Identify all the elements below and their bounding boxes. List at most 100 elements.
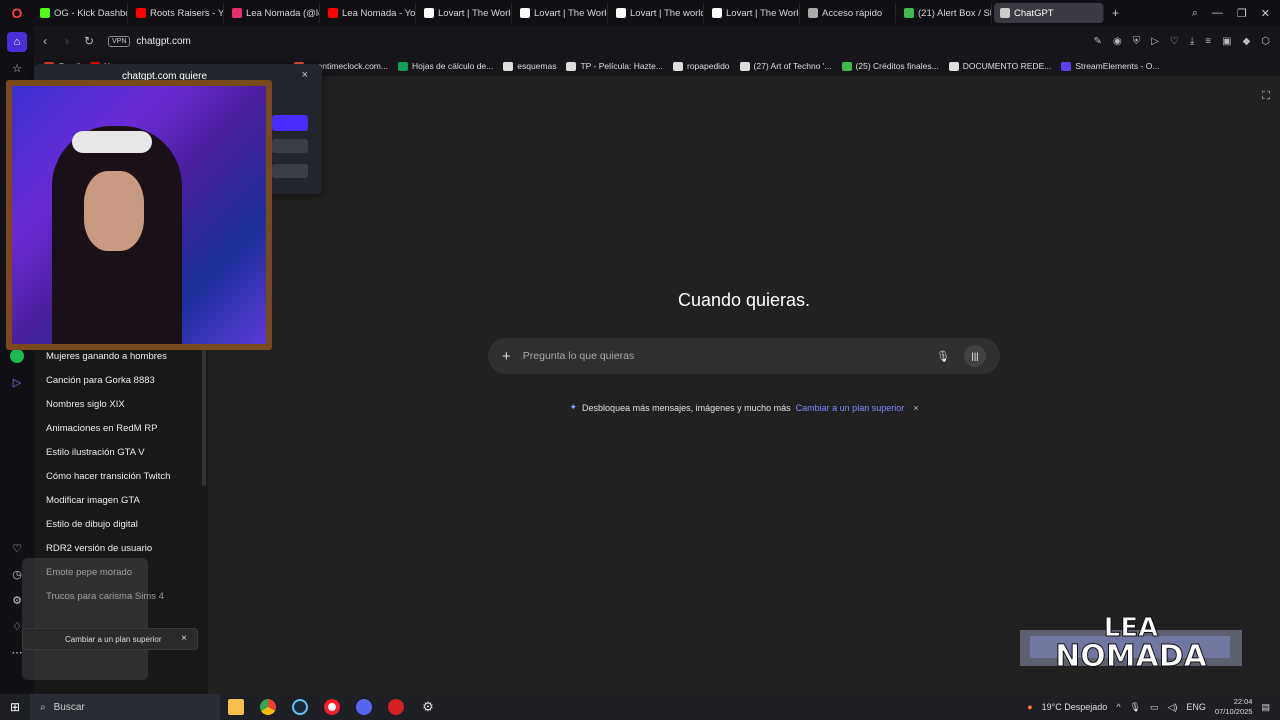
- mic-tray-icon[interactable]: 🎙: [1130, 702, 1141, 713]
- chat-history-item[interactable]: Nombres siglo XIX: [46, 399, 125, 410]
- search-tabs-icon[interactable]: ⌕: [1192, 7, 1198, 20]
- tab-favicon-icon: [712, 8, 722, 18]
- weather-icon: ●: [1027, 702, 1033, 712]
- bookmark-item[interactable]: Hojas de cálculo de...: [397, 61, 493, 71]
- sidebar-scrollbar[interactable]: [202, 346, 206, 486]
- address-bar-actions: ✎ ◉ ⛨ ▷ ♡ ⤓ ≡ ▣ ◆ ⬡: [1094, 36, 1280, 47]
- bookmark-item[interactable]: DOCUMENTO REDE...: [948, 61, 1051, 71]
- bookmark-item[interactable]: TP - Película: Hazte...: [566, 61, 663, 71]
- bookmark-item[interactable]: ropapedido: [672, 61, 730, 71]
- chat-history-item[interactable]: Estilo ilustración GTA V: [46, 447, 145, 458]
- opera-logo-icon[interactable]: O: [0, 0, 34, 26]
- minimize-button[interactable]: —: [1212, 7, 1223, 20]
- bookmark-item[interactable]: esquemas: [503, 61, 556, 71]
- file-explorer-icon[interactable]: [220, 694, 252, 720]
- tab-6[interactable]: Lovart | The world's fi: [610, 3, 704, 23]
- new-tab-button[interactable]: +: [1104, 6, 1127, 20]
- bookmark-item[interactable]: StreamElements - O...: [1061, 61, 1159, 71]
- bookmark-item[interactable]: (25) Créditos finales...: [841, 61, 939, 71]
- chrome-icon[interactable]: [252, 694, 284, 720]
- fullscreen-icon[interactable]: ⛶: [1262, 90, 1270, 103]
- tab-10[interactable]: ChatGPT: [994, 3, 1104, 23]
- vpn-badge[interactable]: VPN: [108, 35, 131, 47]
- tab-1[interactable]: Roots Raisers - YouTu: [130, 3, 224, 23]
- maximize-button[interactable]: ❐: [1237, 7, 1247, 20]
- tab-favicon-icon: [232, 8, 242, 18]
- settings-taskbar-icon[interactable]: ⚙: [412, 694, 444, 720]
- heart-icon[interactable]: ♡: [1170, 36, 1179, 47]
- popup-deny-button[interactable]: [272, 164, 308, 178]
- shield-icon[interactable]: ⛨: [1133, 36, 1141, 47]
- clock[interactable]: 22:04 07/10/2025: [1215, 697, 1253, 717]
- tab-label: Lovart | The world's fi: [630, 7, 703, 19]
- tab-8[interactable]: Acceso rápido: [802, 3, 896, 23]
- microphone-icon[interactable]: 🎙: [936, 350, 950, 363]
- extensions-icon[interactable]: ⬡: [1261, 36, 1270, 47]
- chat-history-item[interactable]: RDR2 versión de usuario: [46, 543, 152, 554]
- wallet-icon[interactable]: ▣: [1222, 36, 1231, 47]
- attach-plus-icon[interactable]: +: [502, 348, 511, 365]
- bookmark-favicon-icon: [841, 61, 852, 71]
- download-icon[interactable]: ⤓: [1190, 36, 1194, 47]
- taskbar-search-placeholder[interactable]: Buscar: [54, 702, 85, 713]
- chat-history-item[interactable]: Canción para Gorka 8883: [46, 375, 155, 386]
- popup-allow-button[interactable]: [272, 115, 308, 131]
- back-button[interactable]: ‹: [34, 34, 56, 48]
- bookmark-favicon-icon: [503, 61, 514, 71]
- heart-side-icon[interactable]: ♡: [7, 538, 27, 558]
- network-icon[interactable]: ▭: [1150, 702, 1159, 713]
- play-icon[interactable]: ▷: [1151, 36, 1159, 47]
- camera-icon[interactable]: ◉: [1113, 36, 1122, 47]
- tab-7[interactable]: Lovart | The World's F: [706, 3, 800, 23]
- url-field[interactable]: chatgpt.com: [136, 36, 190, 47]
- tab-4[interactable]: Lovart | The World's F: [418, 3, 512, 23]
- tab-9[interactable]: (21) Alert Box / Strea: [898, 3, 992, 23]
- tab-label: Acceso rápido: [822, 7, 883, 19]
- forward-button[interactable]: ›: [56, 34, 78, 48]
- tray-expand-icon[interactable]: ^: [1116, 702, 1120, 712]
- notifications-icon[interactable]: ▤: [1261, 702, 1270, 713]
- overlay-ghost: [22, 558, 148, 680]
- aria-icon[interactable]: ◆: [1243, 36, 1251, 47]
- popup-close-button[interactable]: ×: [302, 69, 308, 81]
- steam-icon[interactable]: [284, 694, 316, 720]
- tab-2[interactable]: Lea Nomada (@leano: [226, 3, 320, 23]
- chat-history-item[interactable]: Cómo hacer transición Twitch: [46, 471, 170, 482]
- tab-favicon-icon: [136, 8, 146, 18]
- chat-history-item[interactable]: Modificar imagen GTA: [46, 495, 140, 506]
- tab-label: Roots Raisers - YouTu: [150, 7, 224, 19]
- edit-icon[interactable]: ✎: [1094, 36, 1102, 47]
- tab-5[interactable]: Lovart | The World's F: [514, 3, 608, 23]
- mini-upsell-close[interactable]: ×: [181, 633, 187, 644]
- home-icon[interactable]: ⌂: [7, 32, 27, 52]
- windows-start-icon[interactable]: ⊞: [0, 700, 30, 714]
- chat-history-item[interactable]: Mujeres ganando a hombres: [46, 351, 167, 362]
- tab-0[interactable]: OG - Kick Dashboard: [34, 3, 128, 23]
- chat-history-item[interactable]: Animaciones en RedM RP: [46, 423, 157, 434]
- popup-option-button[interactable]: [272, 139, 308, 153]
- tab-3[interactable]: Lea Nomada - YouTu: [322, 3, 416, 23]
- upgrade-link[interactable]: Cambiar a un plan superior: [796, 403, 905, 413]
- streamer-logo: LEA NOMADA: [1020, 613, 1242, 675]
- discord-icon[interactable]: [348, 694, 380, 720]
- mini-upsell-text[interactable]: Cambiar a un plan superior: [65, 635, 162, 644]
- app-icon[interactable]: [380, 694, 412, 720]
- language-indicator[interactable]: ENG: [1186, 702, 1206, 712]
- menu-icon[interactable]: ≡: [1205, 36, 1211, 47]
- prompt-input-box[interactable]: + Pregunta lo que quieras 🎙 |||: [488, 338, 1000, 374]
- prompt-placeholder[interactable]: Pregunta lo que quieras: [523, 350, 635, 362]
- opera-taskbar-icon[interactable]: [316, 694, 348, 720]
- voice-mode-button[interactable]: |||: [964, 345, 986, 367]
- speed-dial-icon[interactable]: ☆: [7, 58, 27, 78]
- bookmark-item[interactable]: (27) Art of Techno '...: [739, 61, 832, 71]
- taskbar-search[interactable]: ⌕ Buscar: [30, 694, 220, 720]
- reload-button[interactable]: ↻: [78, 34, 100, 48]
- weather-text[interactable]: 19°C Despejado: [1042, 702, 1108, 712]
- close-window-button[interactable]: ✕: [1261, 7, 1270, 20]
- player-icon[interactable]: ▷: [7, 372, 27, 392]
- bookmark-favicon-icon: [1061, 61, 1072, 71]
- chat-history-item[interactable]: Estilo de dibujo digital: [46, 519, 138, 530]
- streamer-face: [84, 171, 144, 251]
- upsell-close-button[interactable]: ×: [913, 403, 918, 413]
- volume-icon[interactable]: ◁): [1168, 702, 1178, 713]
